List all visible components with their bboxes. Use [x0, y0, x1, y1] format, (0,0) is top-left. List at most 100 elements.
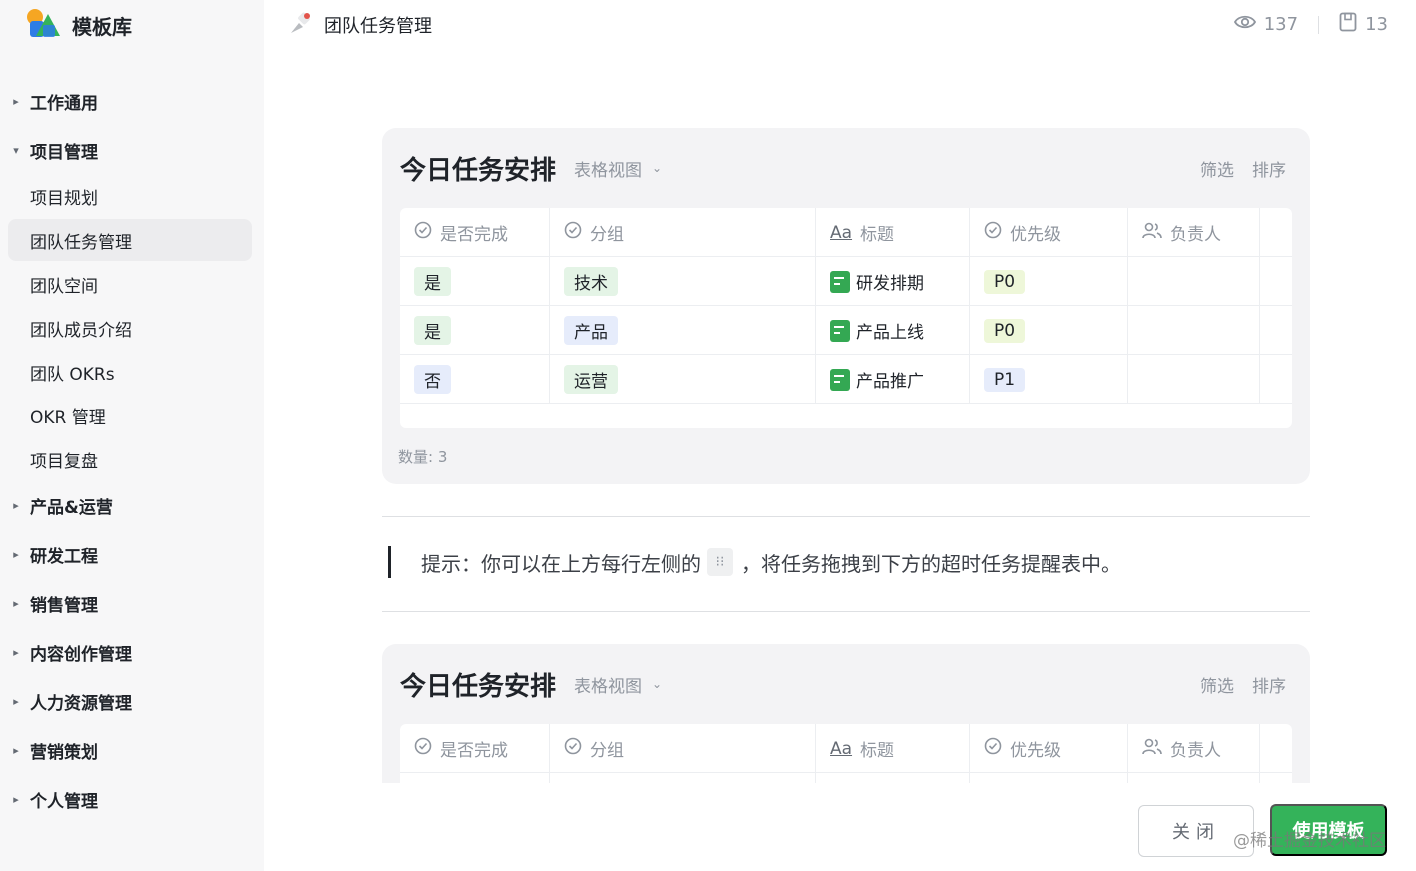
cell-title[interactable]: 研发排期: [816, 257, 970, 306]
views-stat: 137: [1233, 14, 1299, 35]
task-table: 是否完成 分组 Aa 标题 优先级: [400, 724, 1292, 783]
column-header-owner[interactable]: 负责人: [1128, 724, 1260, 773]
template-preview: 今日任务安排 表格视图 ⌄ 筛选 排序 是否完成 分组 Aa 标题 优先级 负责…: [264, 50, 1416, 783]
view-selector[interactable]: 表格视图 ⌄: [574, 156, 662, 181]
card-actions: 筛选 排序: [1200, 156, 1286, 181]
status-tag: 是: [414, 316, 451, 345]
cell-owner[interactable]: [1128, 306, 1260, 355]
column-header-priority[interactable]: 优先级: [970, 724, 1128, 773]
sidebar-item-project-planning[interactable]: 项目规划: [8, 175, 252, 217]
saves-count: 13: [1365, 14, 1388, 35]
stats: 137 13: [1233, 12, 1388, 37]
sidebar-item-product-operations[interactable]: ▸ 产品&运营: [8, 484, 252, 526]
cell-priority[interactable]: P1: [970, 355, 1128, 404]
empty-cell: [1260, 773, 1292, 783]
table-footer: [400, 404, 1292, 428]
sidebar-item-hr-management[interactable]: ▸ 人力资源管理: [8, 680, 252, 722]
empty-cell: [1260, 257, 1292, 306]
cell-priority[interactable]: P0: [970, 306, 1128, 355]
header: 团队任务管理 137 13: [264, 0, 1416, 50]
cell-title[interactable]: 产品上线: [816, 306, 970, 355]
sort-button[interactable]: 排序: [1252, 156, 1286, 181]
drag-handle-icon: ⁝⁝: [707, 548, 733, 576]
column-header-priority[interactable]: 优先级: [970, 208, 1128, 257]
table-row[interactable]: 是 产品 产品上线 P0: [400, 306, 1292, 355]
status-tag: 否: [414, 365, 451, 394]
column-header-group[interactable]: 分组: [550, 208, 816, 257]
column-header-done[interactable]: 是否完成: [400, 208, 550, 257]
check-circle-icon: [414, 737, 432, 760]
callout-bar: [388, 546, 391, 578]
caret-down-icon: ▾: [13, 143, 19, 157]
sidebar-item-rd-engineering[interactable]: ▸ 研发工程: [8, 533, 252, 575]
sidebar-item-project-review[interactable]: 项目复盘: [8, 438, 252, 480]
caret-right-icon: ▸: [13, 94, 19, 108]
table-row[interactable]: [400, 773, 1292, 783]
cell-done[interactable]: [400, 773, 550, 783]
task-table-card: 今日任务安排 表格视图 ⌄ 筛选 排序 是否完成 分组 Aa 标题 优先级 负责…: [382, 128, 1310, 484]
card-title: 今日任务安排: [400, 671, 557, 702]
cell-title[interactable]: 产品推广: [816, 355, 970, 404]
sidebar-item-personal-management[interactable]: ▸ 个人管理: [8, 778, 252, 820]
divider: [382, 611, 1310, 612]
cell-done[interactable]: 是: [400, 306, 550, 355]
status-tag: 是: [414, 267, 451, 296]
table-row[interactable]: 是 技术 研发排期 P0: [400, 257, 1292, 306]
column-header-owner[interactable]: 负责人: [1128, 208, 1260, 257]
column-header-group[interactable]: 分组: [550, 724, 816, 773]
sidebar-item-work-general[interactable]: ▸ 工作通用: [8, 80, 252, 122]
sidebar-item-team-members[interactable]: 团队成员介绍: [8, 307, 252, 349]
priority-tag: P1: [984, 367, 1026, 392]
caret-right-icon: ▸: [13, 694, 19, 708]
caret-right-icon: ▸: [13, 547, 19, 561]
sidebar-item-team-okrs[interactable]: 团队 OKRs: [8, 351, 252, 393]
sidebar-item-marketing[interactable]: ▸ 营销策划: [8, 729, 252, 771]
card-header: 今日任务安排 表格视图 ⌄ 筛选 排序: [400, 148, 1286, 188]
cell-done[interactable]: 否: [400, 355, 550, 404]
cell-group[interactable]: 技术: [550, 257, 816, 306]
table-header-row: 是否完成 分组 Aa 标题 优先级 负责人: [400, 208, 1292, 257]
cell-group[interactable]: 运营: [550, 355, 816, 404]
empty-cell: [1260, 208, 1292, 257]
check-circle-icon: [564, 221, 582, 244]
card-header: 今日任务安排 表格视图 ⌄ 筛选 排序: [400, 664, 1286, 704]
caret-right-icon: ▸: [13, 743, 19, 757]
empty-cell: [1260, 724, 1292, 773]
filter-button[interactable]: 筛选: [1200, 156, 1234, 181]
cell-group[interactable]: 产品: [550, 306, 816, 355]
column-header-title[interactable]: Aa 标题: [816, 208, 970, 257]
cell-title[interactable]: [816, 773, 970, 783]
table-row[interactable]: 否 运营 产品推广 P1: [400, 355, 1292, 404]
check-circle-icon: [984, 737, 1002, 760]
filter-button[interactable]: 筛选: [1200, 672, 1234, 697]
cell-owner[interactable]: [1128, 355, 1260, 404]
sidebar-item-okr-management[interactable]: OKR 管理: [8, 394, 252, 436]
cell-owner[interactable]: [1128, 257, 1260, 306]
column-header-title[interactable]: Aa 标题: [816, 724, 970, 773]
card-title: 今日任务安排: [400, 155, 557, 186]
cell-group[interactable]: [550, 773, 816, 783]
sidebar-item-team-task-management[interactable]: 团队任务管理: [8, 219, 252, 261]
priority-tag: P0: [984, 269, 1026, 294]
cell-owner[interactable]: [1128, 773, 1260, 783]
cell-priority[interactable]: P0: [970, 257, 1128, 306]
template-library-logo-icon: [26, 8, 62, 42]
sidebar-item-sales-management[interactable]: ▸ 销售管理: [8, 582, 252, 624]
sidebar-item-team-space[interactable]: 团队空间: [8, 263, 252, 305]
check-circle-icon: [414, 221, 432, 244]
people-icon: [1142, 737, 1162, 760]
group-tag: 技术: [564, 267, 618, 296]
brand: 模板库: [26, 8, 132, 42]
sidebar-item-project-management[interactable]: ▾ 项目管理: [8, 129, 252, 171]
cell-priority[interactable]: [970, 773, 1128, 783]
document-icon: [830, 270, 850, 293]
empty-cell: [1260, 355, 1292, 404]
cell-done[interactable]: 是: [400, 257, 550, 306]
column-header-done[interactable]: 是否完成: [400, 724, 550, 773]
view-selector[interactable]: 表格视图 ⌄: [574, 672, 662, 697]
views-count: 137: [1263, 14, 1299, 35]
sidebar-item-content-creation[interactable]: ▸ 内容创作管理: [8, 631, 252, 673]
document-icon: [830, 319, 850, 342]
sort-button[interactable]: 排序: [1252, 672, 1286, 697]
text-type-icon: Aa: [830, 738, 853, 759]
